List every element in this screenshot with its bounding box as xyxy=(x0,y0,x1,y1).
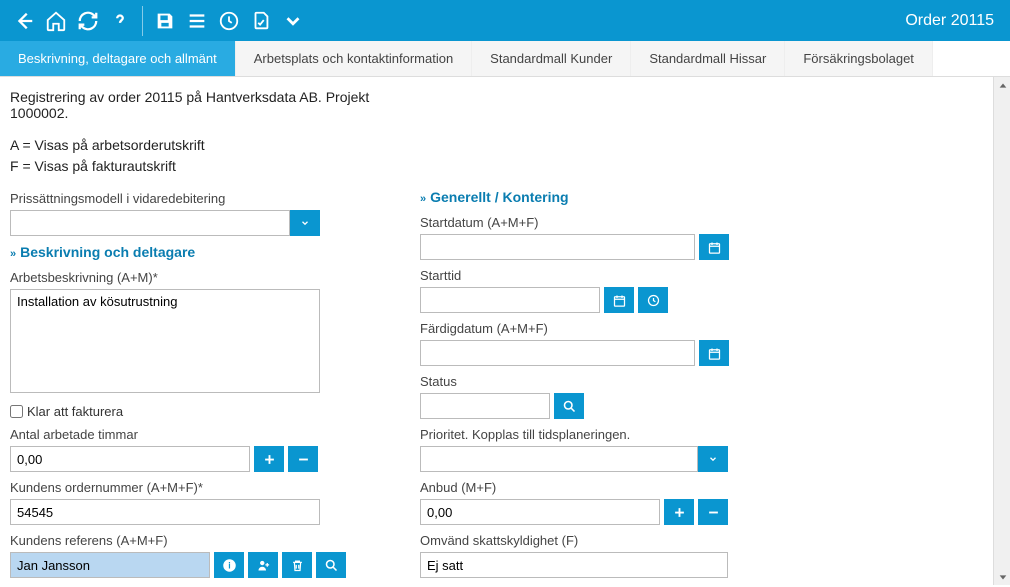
info-button[interactable]: i xyxy=(214,552,244,578)
chevron-down-icon[interactable] xyxy=(698,446,728,472)
status-input[interactable] xyxy=(420,393,550,419)
chevron-right-icon: » xyxy=(420,193,426,205)
bid-input[interactable] xyxy=(420,499,660,525)
delete-button[interactable] xyxy=(282,552,312,578)
add-person-button[interactable] xyxy=(248,552,278,578)
scroll-up-icon[interactable] xyxy=(994,77,1010,94)
menu-icon[interactable] xyxy=(181,5,213,37)
notes: A = Visas på arbetsorderutskrift F = Vis… xyxy=(10,135,390,177)
search-button[interactable] xyxy=(554,393,584,419)
priority-dropdown[interactable] xyxy=(420,446,728,472)
enddate-label: Färdigdatum (A+M+F) xyxy=(420,321,980,336)
tab-forsakringsbolaget[interactable]: Försäkringsbolaget xyxy=(785,41,933,76)
cust-order-label: Kundens ordernummer (A+M+F)* xyxy=(10,480,390,495)
cust-ref-input[interactable] xyxy=(10,552,210,578)
tab-standardmall-kunder[interactable]: Standardmall Kunder xyxy=(472,41,631,76)
section-generellt: »Generellt / Kontering xyxy=(420,189,980,205)
plus-button[interactable] xyxy=(254,446,284,472)
main-toolbar: Order 20115 xyxy=(0,0,1010,41)
chevron-down-icon[interactable] xyxy=(290,210,320,236)
cust-ref-label: Kundens referens (A+M+F) xyxy=(10,533,390,548)
note-a: A = Visas på arbetsorderutskrift xyxy=(10,135,390,156)
back-icon[interactable] xyxy=(8,5,40,37)
work-desc-label: Arbetsbeskrivning (A+M)* xyxy=(10,270,390,285)
plus-button[interactable] xyxy=(664,499,694,525)
startdate-label: Startdatum (A+M+F) xyxy=(420,215,980,230)
save-icon[interactable] xyxy=(149,5,181,37)
vertical-scrollbar[interactable] xyxy=(993,77,1010,585)
svg-text:i: i xyxy=(228,560,230,570)
ready-invoice-checkbox[interactable] xyxy=(10,405,23,418)
bid-label: Anbud (M+F) xyxy=(420,480,980,495)
tab-arbetsplats[interactable]: Arbetsplats och kontaktinformation xyxy=(236,41,472,76)
section-beskrivning: »Beskrivning och deltagare xyxy=(10,244,390,260)
priority-label: Prioritet. Kopplas till tidsplaneringen. xyxy=(420,427,980,442)
calendar-button[interactable] xyxy=(699,234,729,260)
home-icon[interactable] xyxy=(40,5,72,37)
enddate-input[interactable] xyxy=(420,340,695,366)
hours-label: Antal arbetade timmar xyxy=(10,427,390,442)
history-icon[interactable] xyxy=(213,5,245,37)
calendar-button[interactable] xyxy=(699,340,729,366)
note-f: F = Visas på fakturautskrift xyxy=(10,156,390,177)
intro-text: Registrering av order 20115 på Hantverks… xyxy=(10,89,390,121)
hours-input[interactable] xyxy=(10,446,250,472)
minus-button[interactable] xyxy=(288,446,318,472)
pricing-dropdown[interactable] xyxy=(10,210,320,236)
tab-standardmall-hissar[interactable]: Standardmall Hissar xyxy=(631,41,785,76)
tab-beskrivning[interactable]: Beskrivning, deltagare och allmänt xyxy=(0,41,236,76)
startdate-input[interactable] xyxy=(420,234,695,260)
separator xyxy=(142,6,143,36)
priority-input[interactable] xyxy=(420,446,698,472)
ready-invoice-label: Klar att fakturera xyxy=(27,404,123,419)
page-title: Order 20115 xyxy=(905,12,1002,30)
content-area: Registrering av order 20115 på Hantverks… xyxy=(0,77,1010,585)
search-button[interactable] xyxy=(316,552,346,578)
calendar-button[interactable] xyxy=(604,287,634,313)
chevron-down-icon[interactable] xyxy=(277,5,309,37)
pricing-input[interactable] xyxy=(10,210,290,236)
minus-button[interactable] xyxy=(698,499,728,525)
work-desc-textarea[interactable]: Installation av kösutrustning xyxy=(10,289,320,393)
cust-order-input[interactable] xyxy=(10,499,320,525)
status-label: Status xyxy=(420,374,980,389)
reverse-tax-input[interactable] xyxy=(420,552,728,578)
tab-bar: Beskrivning, deltagare och allmänt Arbet… xyxy=(0,41,1010,77)
reverse-tax-label: Omvänd skattskyldighet (F) xyxy=(420,533,980,548)
pricing-label: Prissättningsmodell i vidaredebitering xyxy=(10,191,390,206)
refresh-icon[interactable] xyxy=(72,5,104,37)
clock-button[interactable] xyxy=(638,287,668,313)
document-check-icon[interactable] xyxy=(245,5,277,37)
help-icon[interactable] xyxy=(104,5,136,37)
starttime-input[interactable] xyxy=(420,287,600,313)
scroll-down-icon[interactable] xyxy=(994,568,1010,585)
chevron-right-icon: » xyxy=(10,248,16,260)
starttime-label: Starttid xyxy=(420,268,980,283)
